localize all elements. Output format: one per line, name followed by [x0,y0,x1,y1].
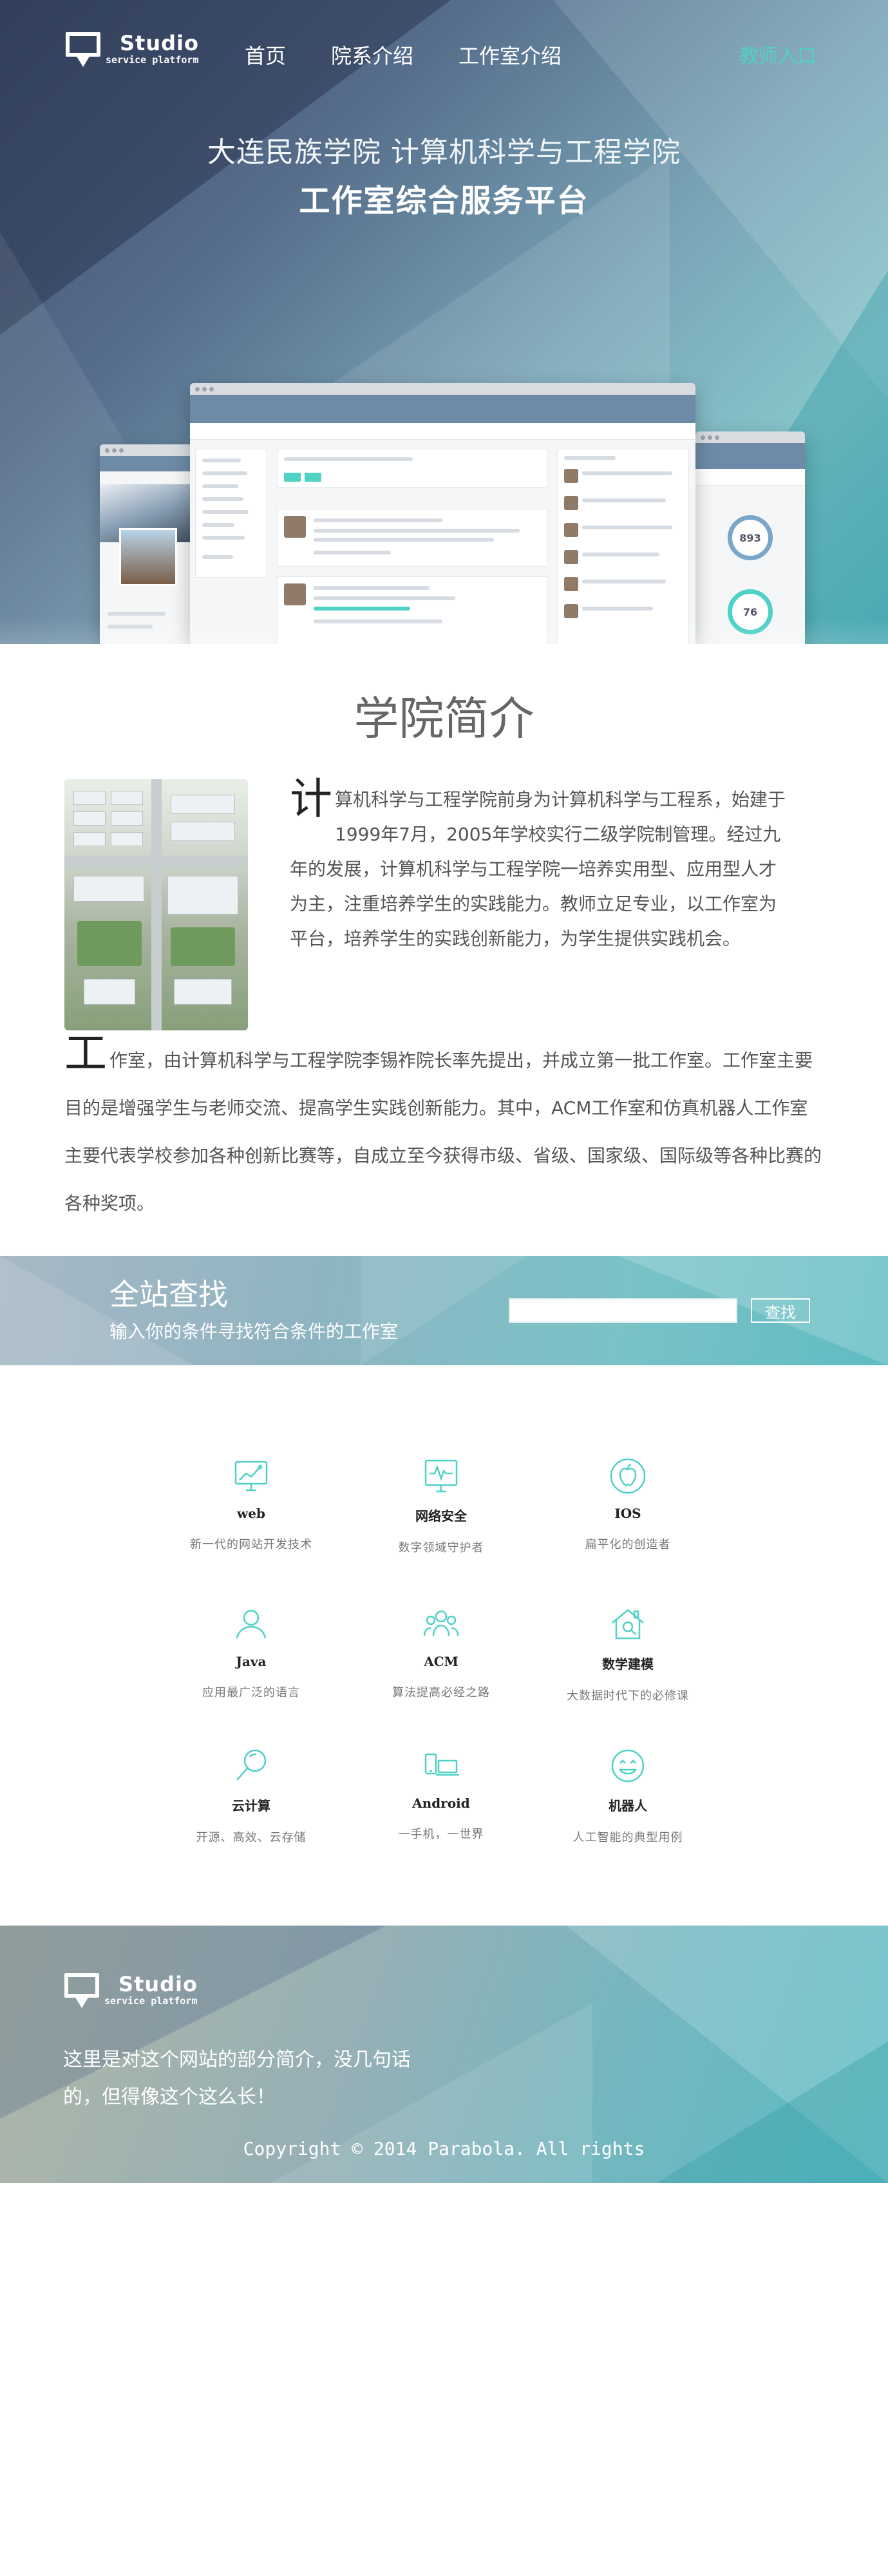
feature-title: 数学建模 [602,1656,654,1672]
campus-aerial-image [64,779,248,1030]
apple-icon [607,1455,648,1497]
dashboard-preview-right: 893 76 [695,431,805,644]
nav-item-studios[interactable]: 工作室介绍 [458,40,562,70]
monitor-chart-icon [231,1455,272,1497]
feature-title: Java [236,1654,267,1669]
pulse-screen-icon [420,1455,462,1497]
brand-subtitle: service platform [106,54,199,66]
feature-title: Android [412,1795,470,1811]
monitor-logo-icon [63,1972,100,2008]
feature-card-android[interactable]: Android 一手机，一世界 [345,1745,538,1842]
search-subtitle: 输入你的条件寻找符合条件的工作室 [109,1321,399,1342]
feature-subtitle: 新一代的网站开发技术 [190,1538,312,1551]
devices-icon [420,1745,462,1786]
feature-subtitle: 人工智能的典型用例 [572,1831,683,1844]
teacher-login-link[interactable]: 教师入口 [739,40,817,68]
search-button[interactable]: 查找 [751,1298,810,1323]
site-logo[interactable]: Studio service platform [64,31,199,67]
feature-subtitle: 数字领域守护者 [398,1541,484,1555]
dashboard-preview-left [100,444,196,644]
magnifier-icon [231,1745,272,1786]
site-footer: Studio service platform 这里是对这个网站的部分简介，没几… [0,1926,888,2183]
feature-subtitle: 扁平化的创造者 [585,1538,671,1551]
hero-subheading: 工作室综合服务平台 [299,183,589,219]
feature-card-cloud[interactable]: 云计算 开源、高效、云存储 [155,1745,348,1845]
feature-card-security[interactable]: 网络安全 数字领域守护者 [345,1455,538,1555]
intro-paragraph-1: 计算机科学与工程学院前身为计算机科学与工程系，始建于1999年7月，2005年学… [290,774,786,950]
studio-features-grid: web 新一代的网站开发技术 网络安全 数字领域守护者 IOS 扁平化的创造者 … [0,1430,888,1880]
intro-dropcap-1: 计 [290,774,332,824]
feature-title: ACM [424,1654,458,1669]
feature-title: 云计算 [232,1798,270,1814]
feature-card-web[interactable]: web 新一代的网站开发技术 [155,1455,348,1552]
hero-banner: Studio service platform 首页 院系介绍 工作室介绍 教师… [0,0,888,644]
brand-subtitle: service platform [104,1995,198,2007]
brand-title: Studio [118,1972,198,1996]
monitor-logo-icon [64,31,102,67]
site-search-banner: 全站查找 输入你的条件寻找符合条件的工作室 查找 [0,1256,888,1365]
main-nav: 首页 院系介绍 工作室介绍 [245,40,607,70]
intro-dropcap-2: 工 [64,1028,107,1078]
footer-logo[interactable]: Studio service platform [63,1972,198,2008]
copyright-text: Copyright © 2014 Parabola. All rights [243,2138,645,2159]
smiley-icon [607,1745,648,1786]
feature-card-acm[interactable]: ACM 算法提高必经之路 [345,1604,538,1700]
dashboard-preview-main [190,383,695,644]
brand-title: Studio [120,31,199,55]
search-title: 全站查找 [109,1277,228,1312]
feature-subtitle: 应用最广泛的语言 [202,1686,300,1700]
house-search-icon [607,1604,648,1645]
feature-card-ios[interactable]: IOS 扁平化的创造者 [531,1455,724,1552]
nav-item-departments[interactable]: 院系介绍 [331,40,413,70]
section-title-intro: 学院简介 [354,692,534,745]
feature-card-robot[interactable]: 机器人 人工智能的典型用例 [531,1745,724,1845]
total-users-gauge: 893 [728,515,773,560]
feature-subtitle: 一手机，一世界 [398,1828,484,1841]
footer-description: 这里是对这个网站的部分简介，没几句话的，但得像这个这么长！ [63,2049,411,2108]
user-icon [231,1604,272,1645]
nav-item-home[interactable]: 首页 [245,40,286,70]
feature-subtitle: 算法提高必经之路 [392,1686,490,1700]
users-icon [420,1604,462,1645]
profile-photo [119,528,177,586]
feature-card-java[interactable]: Java 应用最广泛的语言 [155,1604,348,1700]
feature-subtitle: 大数据时代下的必修课 [567,1689,689,1703]
feature-title: IOS [614,1506,641,1521]
hero-heading: 大连民族学院 计算机科学与工程学院 [207,136,681,169]
feature-title: 机器人 [609,1798,647,1814]
feature-title: web [237,1506,265,1521]
feature-title: 网络安全 [415,1508,467,1524]
search-input[interactable] [509,1298,737,1323]
intro-paragraph-2: 工作室，由计算机科学与工程学院李锡祚院长率先提出，并成立第一批工作室。工作室主要… [64,1028,822,1215]
feature-subtitle: 开源、高效、云存储 [196,1831,307,1844]
feature-card-modeling[interactable]: 数学建模 大数据时代下的必修课 [531,1604,724,1703]
